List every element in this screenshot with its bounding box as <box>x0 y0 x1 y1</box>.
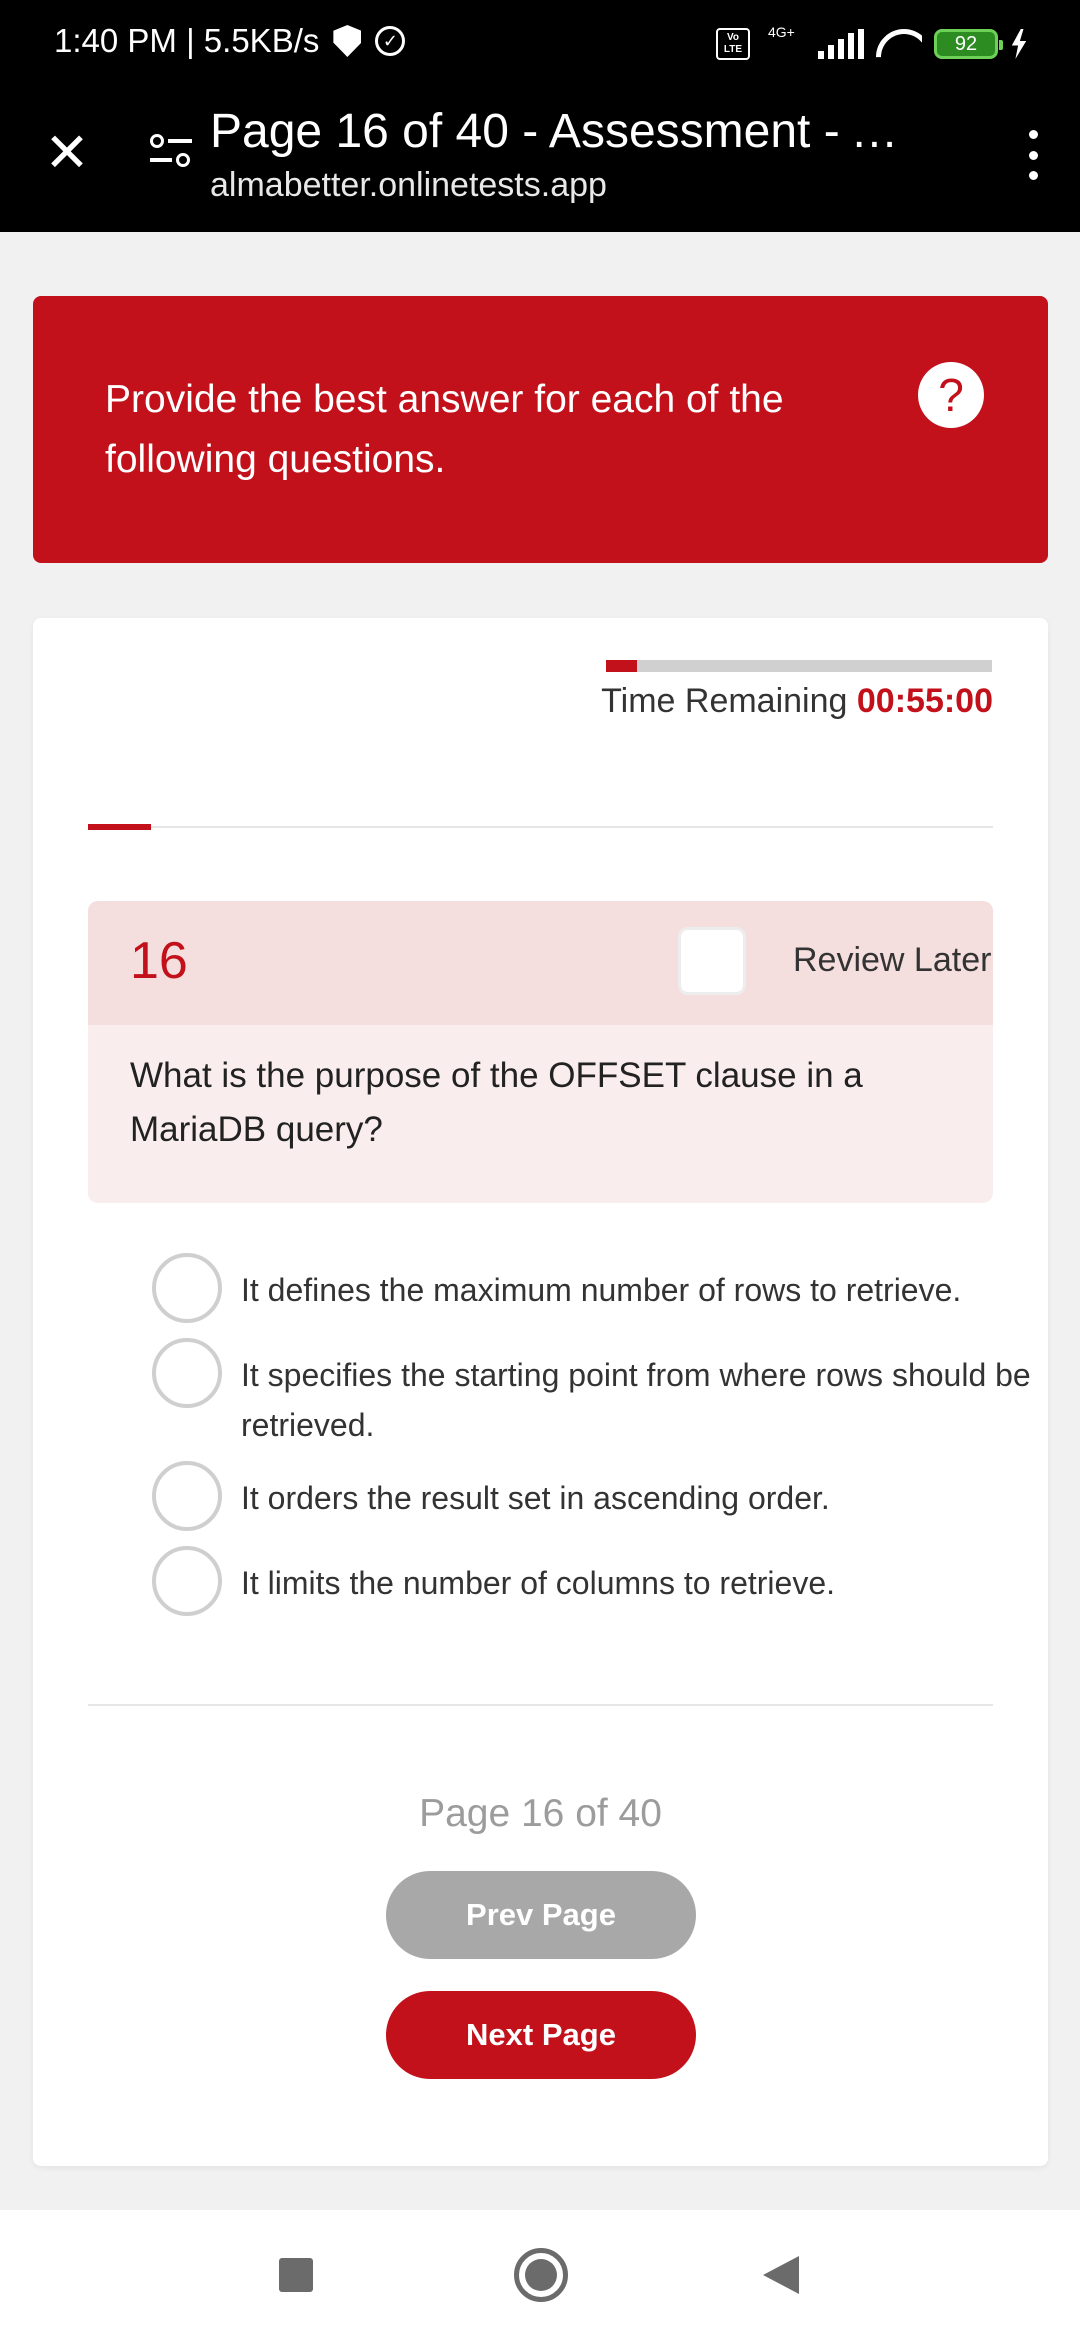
help-button[interactable]: ? <box>918 362 984 428</box>
site-settings-icon[interactable] <box>150 134 192 172</box>
more-options-icon[interactable] <box>1026 130 1040 180</box>
page-indicator: Page 16 of 40 <box>419 1792 662 1835</box>
status-time-speed: 1:40 PM | 5.5KB/s <box>54 22 320 59</box>
question-card: Time Remaining 00:55:00 16 Review Later … <box>33 618 1048 2166</box>
answer-option-text[interactable]: It orders the result set in ascending or… <box>241 1473 1031 1523</box>
radio-button[interactable] <box>152 1546 222 1616</box>
question-text: What is the purpose of the OFFSET clause… <box>130 1056 863 1149</box>
answer-option-text[interactable]: It specifies the starting point from whe… <box>241 1350 1031 1450</box>
divider <box>88 1704 993 1706</box>
instruction-banner: Provide the best answer for each of the … <box>33 296 1048 563</box>
network-type-label: 4G+ <box>768 24 795 40</box>
charging-icon <box>1011 29 1027 59</box>
prev-page-button[interactable]: Prev Page <box>386 1871 696 1959</box>
question-header: 16 Review Later <box>88 901 993 1025</box>
answer-option-text[interactable]: It limits the number of columns to retri… <box>241 1558 1031 1608</box>
status-bar: 1:40 PM | 5.5KB/s ✓ Vo LTE 4G+ 92 <box>0 0 1080 96</box>
review-later-label[interactable]: Review Later <box>793 941 991 980</box>
instruction-text: Provide the best answer for each of the … <box>105 378 784 481</box>
question-number: 16 <box>130 932 188 990</box>
time-remaining-label: Time Remaining <box>601 682 848 720</box>
review-later-checkbox[interactable] <box>678 927 746 995</box>
battery-icon: 92 <box>934 29 1003 59</box>
status-left: 1:40 PM | 5.5KB/s ✓ <box>54 22 406 60</box>
test-progress-fill <box>88 824 152 830</box>
question-box: 16 Review Later What is the purpose of t… <box>88 901 993 1203</box>
answer-option-text[interactable]: It defines the maximum number of rows to… <box>241 1265 1031 1315</box>
shield-icon <box>333 25 362 57</box>
time-remaining-value: 00:55:00 <box>856 682 993 720</box>
browser-toolbar: ✕ Page 16 of 40 - Assessment - Al... alm… <box>0 96 1080 232</box>
recents-icon[interactable] <box>279 2258 313 2292</box>
home-icon[interactable] <box>514 2248 568 2302</box>
radio-button[interactable] <box>152 1338 222 1408</box>
test-progress-bar <box>88 824 993 830</box>
battery-level: 92 <box>954 32 978 55</box>
back-icon[interactable] <box>763 2256 799 2294</box>
volte-icon: Vo LTE <box>716 28 750 60</box>
close-button[interactable]: ✕ <box>40 126 94 180</box>
time-remaining: Time Remaining 00:55:00 <box>601 682 993 721</box>
navigation-bar <box>0 2210 1080 2340</box>
page-title: Page 16 of 40 - Assessment - Al... <box>210 105 930 158</box>
wifi-icon <box>876 29 922 59</box>
timer-progress-fill <box>606 660 637 672</box>
next-page-button[interactable]: Next Page <box>386 1991 696 2079</box>
signal-icon <box>818 29 864 59</box>
check-circle-icon: ✓ <box>375 26 406 56</box>
network-type-icon: 4G+ <box>762 24 806 62</box>
page-url: almabetter.onlinetests.app <box>210 166 607 204</box>
radio-button[interactable] <box>152 1461 222 1531</box>
radio-button[interactable] <box>152 1253 222 1323</box>
timer-progress-bar <box>606 660 992 672</box>
status-right: Vo LTE 4G+ 92 <box>716 24 1028 62</box>
